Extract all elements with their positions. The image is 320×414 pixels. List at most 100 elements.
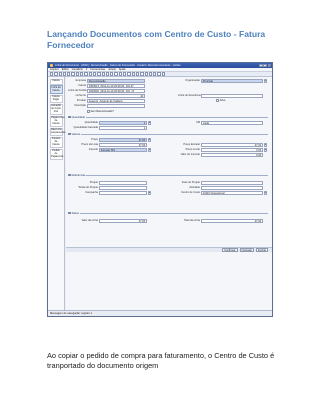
preco-limite-field[interactable]: 0,00 (201, 148, 263, 152)
fatura-field[interactable]: 1000013_2014-11-19 20:00:00_101,27 (87, 84, 145, 88)
empresa-field[interactable]: Demonstração (87, 79, 145, 83)
zoom-icon[interactable] (144, 72, 148, 76)
preco-calculator-icon[interactable]: ▾ (148, 138, 151, 142)
cancel-button[interactable]: Cancelar (239, 248, 254, 252)
campanha-dropdown-icon[interactable]: ▾ (148, 191, 151, 195)
quantidade-stepper-icon[interactable]: ▾ (148, 121, 151, 125)
help-icon[interactable] (54, 72, 58, 76)
save-icon[interactable] (71, 72, 75, 76)
menu-ferramentas[interactable]: Ferramentas (90, 68, 105, 71)
menu-arquivo[interactable]: Arquivo (50, 68, 59, 71)
preco-entrado-calculator-icon[interactable]: ▾ (264, 143, 267, 147)
projeto-field[interactable] (99, 181, 147, 185)
quantidade-field[interactable]: 1 (99, 121, 147, 125)
window-title: Linha do Documento - [4002] - Demonstraç… (55, 64, 181, 67)
status-section-label: Status (71, 211, 79, 215)
window-controls (259, 63, 271, 68)
record-navigation: Confirmar Cancelar Fechar (66, 247, 272, 252)
menu-ajuda[interactable]: Ajuda (119, 68, 126, 71)
valores-section-label: Valores (71, 132, 81, 136)
fatura-label: Fatura (78, 84, 87, 88)
linha-num-field[interactable]: 10 (87, 94, 145, 98)
fase-projeto-field[interactable] (201, 181, 263, 185)
preco-limite-calculator-icon[interactable]: ▾ (264, 148, 267, 152)
maximize-icon[interactable] (263, 63, 267, 68)
campanha-field[interactable] (99, 191, 147, 195)
last-record-icon[interactable] (127, 72, 131, 76)
collapse-icon[interactable]: − (68, 211, 71, 215)
workflow-icon[interactable] (148, 72, 153, 76)
sidebar-item-imposto[interactable]: Imposto da Fatura (49, 136, 63, 148)
imposto-field[interactable]: Imposto ISS (99, 148, 147, 152)
valor-imposto-field[interactable]: 0,00 (201, 153, 263, 157)
copy-icon[interactable] (62, 72, 67, 76)
detail-record-icon[interactable] (110, 72, 114, 76)
menu-ir[interactable]: Ir (86, 68, 88, 71)
delete-icon[interactable] (67, 72, 71, 76)
menu-visualizar[interactable]: Visualizar (72, 68, 83, 71)
collapse-icon[interactable]: − (68, 132, 71, 136)
organizacao-dropdown-icon[interactable]: ▾ (264, 79, 267, 83)
tarefa-projeto-field[interactable] (99, 186, 147, 190)
produto-field[interactable]: Assento_Assento de Cadeira (87, 99, 145, 103)
grid-toggle-icon[interactable] (92, 72, 97, 76)
sidebar-item-fatura-pagar[interactable]: Fatura Pagar (49, 94, 63, 103)
centro-custo-dropdown-icon[interactable]: ▾ (264, 191, 267, 195)
home-icon[interactable] (101, 72, 105, 76)
next-record-icon[interactable] (123, 72, 127, 76)
previous-record-icon[interactable] (118, 72, 123, 76)
quantidade-faturada-field[interactable]: 1 (99, 126, 147, 130)
preco-field[interactable]: 27,00 (99, 138, 147, 142)
find-icon[interactable] (80, 72, 84, 76)
valor-linha-field[interactable]: 27,00 (99, 219, 147, 223)
preco-entrado-field[interactable]: 27,00 (201, 143, 263, 147)
print-icon[interactable] (140, 72, 144, 76)
sidebar-item-fatura[interactable]: Fatura (49, 79, 63, 85)
close-icon[interactable] (267, 63, 271, 68)
item-retencao-checkbox[interactable] (87, 110, 90, 113)
refresh-icon[interactable] (75, 72, 80, 76)
menu-janela[interactable]: Janela (108, 68, 116, 71)
status-bar: Mensagem de navegação: registro 1 (48, 310, 272, 316)
sidebar-item-rascunho[interactable]: Rascunho Lançamentos (49, 127, 65, 137)
menu-editar[interactable]: Editar (62, 68, 69, 71)
first-record-icon[interactable] (114, 72, 118, 76)
sidebar-item-pedido-pagamento[interactable]: Pedido de Pagamento (49, 148, 63, 160)
valor-imposto-label: Valor do Imposto (180, 153, 200, 157)
chat-icon[interactable] (88, 72, 92, 76)
close-button[interactable]: Fechar (255, 248, 268, 252)
organizacao-field[interactable]: Principal (201, 79, 263, 83)
valores-section: − Valores (68, 132, 268, 136)
sidebar-item-linha-fatura[interactable]: Linha da Fatura (49, 85, 63, 94)
linha-recebimento-field[interactable] (201, 94, 263, 98)
report-icon[interactable] (131, 72, 135, 76)
ativo-label: Ativo (219, 99, 226, 102)
attachment-icon[interactable] (84, 72, 88, 76)
parent-record-icon[interactable] (105, 72, 110, 76)
sidebar-item-alocacao[interactable]: Alocação de Custo Fixo (49, 103, 63, 115)
minimize-icon[interactable] (259, 63, 263, 68)
new-icon[interactable] (58, 72, 62, 76)
linha-pedido-field[interactable]: 1000092_2014-11-19 20:00:00_101_27 (87, 89, 145, 93)
um-field[interactable]: Cada (201, 121, 263, 125)
descricao-field[interactable] (87, 104, 145, 108)
sidebar-item-pagamentos[interactable]: Pagamentos da Fatura (49, 115, 65, 127)
ativo-checkbox[interactable] (216, 99, 219, 102)
exit-icon[interactable] (161, 72, 166, 76)
confirm-button[interactable]: Confirmar (222, 248, 238, 252)
imposto-dropdown-icon[interactable]: ▾ (148, 148, 151, 152)
product-info-icon[interactable] (157, 72, 161, 76)
undo-icon[interactable] (50, 72, 54, 76)
atividade-field[interactable] (201, 186, 263, 190)
preco-lista-field[interactable]: 27,00 (99, 143, 147, 147)
archive-icon[interactable] (135, 72, 140, 76)
campanha-label: Campanha (85, 191, 98, 195)
request-icon[interactable] (153, 72, 157, 76)
collapse-icon[interactable]: − (68, 115, 71, 119)
fase-projeto-label: Fase do Projeto (181, 181, 200, 185)
collapse-icon[interactable]: − (68, 173, 71, 177)
total-linha-field[interactable]: 27,00 (201, 219, 263, 223)
preco-lista-label: Preço da Lista (81, 143, 98, 147)
centro-custo-field[interactable]: 10110 Operacional (201, 191, 263, 195)
history-icon[interactable] (97, 72, 101, 76)
